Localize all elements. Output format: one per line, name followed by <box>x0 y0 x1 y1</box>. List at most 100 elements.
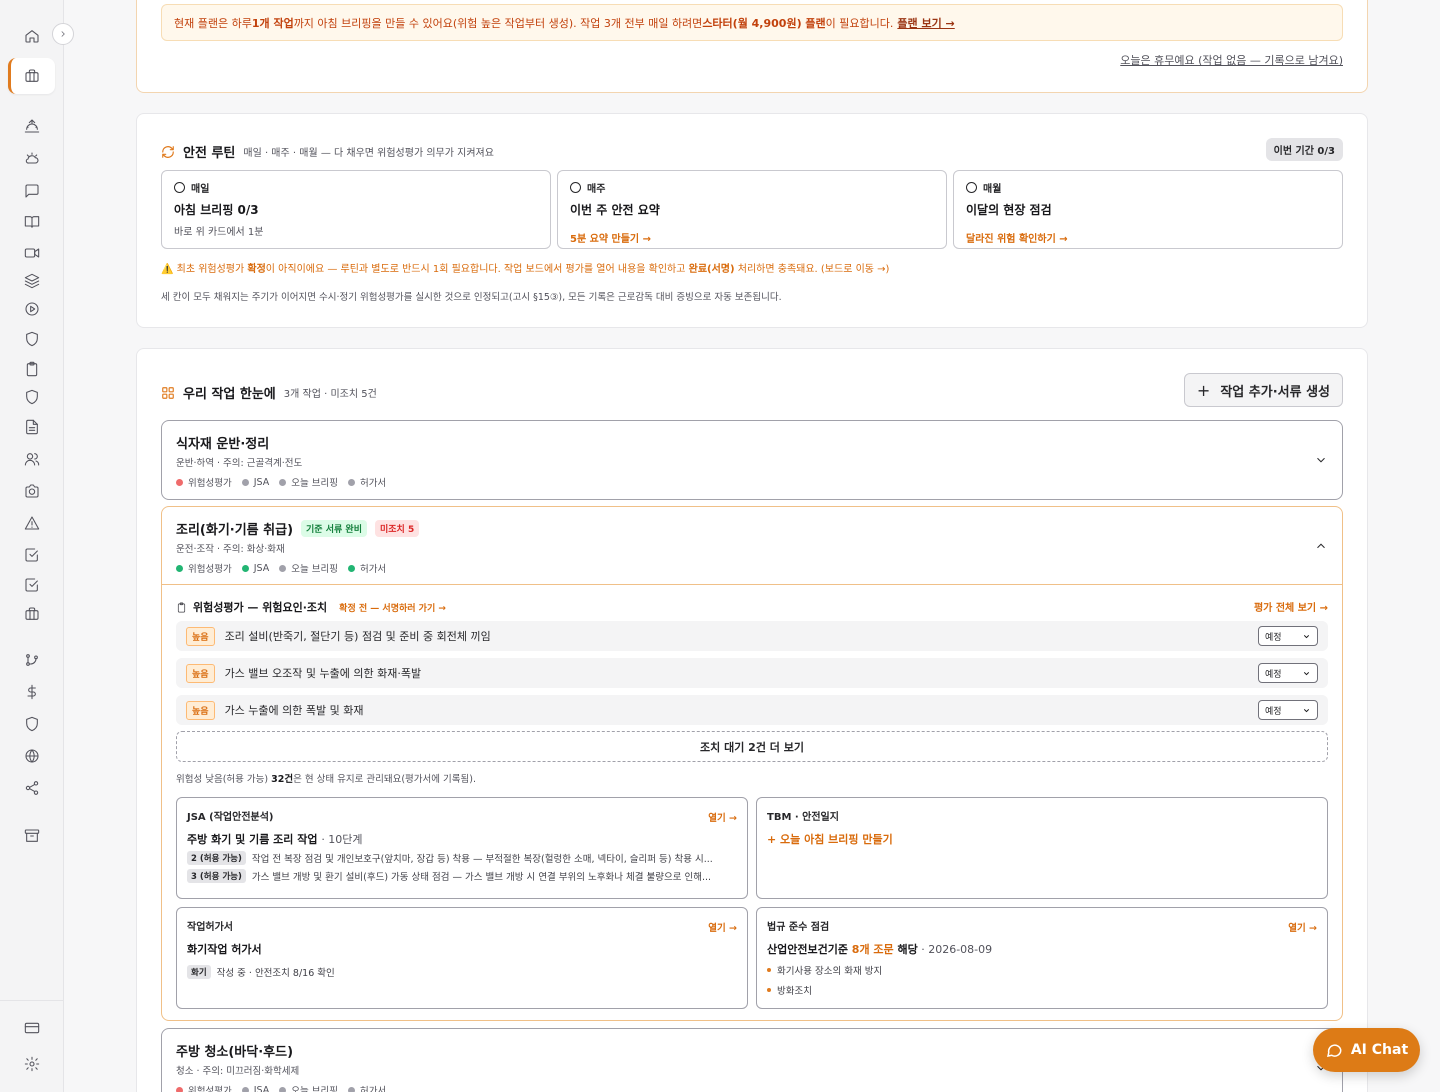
radio-icon[interactable] <box>966 182 977 193</box>
radio-icon[interactable] <box>570 182 581 193</box>
monthly-check-link[interactable]: 달라진 위험 확인하기 → <box>966 230 1330 245</box>
share-icon[interactable] <box>22 778 42 798</box>
law-item-text: 화기사용 장소의 화재 방지 <box>777 966 883 977</box>
git-branch-icon[interactable] <box>22 650 42 670</box>
create-briefing-link[interactable]: + 오늘 아침 브리핑 만들기 <box>767 831 1317 847</box>
sunrise-icon[interactable] <box>22 116 42 136</box>
doc-label: 오늘 브리핑 <box>291 478 338 489</box>
sidebar-divider <box>0 1000 63 1001</box>
permit-open-link[interactable]: 열기 → <box>708 920 737 934</box>
job-doc-status: 위험성평가 JSA 오늘 브리핑 허가서 <box>176 561 386 575</box>
doc-risk-assessment: 위험성평가 <box>176 561 232 575</box>
weather-icon[interactable] <box>22 149 42 169</box>
settings-icon[interactable] <box>22 1054 42 1074</box>
add-job-button[interactable]: + 작업 추가·서류 생성 <box>1183 373 1343 407</box>
job-doc-status: 위험성평가 JSA 오늘 브리핑 허가서 <box>176 475 386 489</box>
status-select[interactable]: 예정 <box>1258 663 1318 683</box>
jobs-overview-card: 우리 작업 한눈에 3개 작업 · 미조치 5건 + 작업 추가·서류 생성 식… <box>136 348 1368 1092</box>
job-doc-status: 위험성평가 JSA 오늘 브리핑 허가서 <box>176 1083 386 1092</box>
notice-text: 현재 플랜은 하루 <box>174 16 252 30</box>
job-row[interactable]: 주방 청소(바닥·후드) 청소 · 주의: 미끄러짐·화학세제 위험성평가 JS… <box>161 1028 1343 1092</box>
chevron-up-icon[interactable] <box>1314 539 1328 553</box>
job-row-expanded: 조리(화기·기름 취급) 기준 서류 완비 미조치 5 운전·조작 · 주의: … <box>161 506 1343 1021</box>
chevron-down-icon <box>1303 708 1310 712</box>
refresh-icon <box>162 145 174 158</box>
step-badge: 2 (허용 가능) <box>187 851 246 865</box>
law-item: 방화조치 <box>767 983 1317 997</box>
risk-level-badge: 높음 <box>186 700 215 720</box>
sidebar-collapse-button[interactable] <box>52 23 74 45</box>
confirm-sign-link[interactable]: 확정 전 — 서명하러 가기 → <box>339 601 446 614</box>
note-text: 은 현 상태 유지로 관리돼요(평가서에 기록됨). <box>293 774 476 785</box>
assessment-title: 위험성평가 — 위험요인·조치 <box>193 601 328 614</box>
doc-briefing: 오늘 브리핑 <box>279 1083 338 1092</box>
status-select[interactable]: 예정 <box>1258 626 1318 646</box>
jsa-step-line: 2 (허용 가능) 작업 전 복장 점검 및 개인보호구(앞치마, 장갑 등) 착… <box>187 851 737 865</box>
law-item-text: 방화조치 <box>777 986 812 997</box>
toolbox-icon[interactable] <box>22 604 42 624</box>
step-text: 가스 밸브 개방 및 환기 설비(후드) 가동 상태 점검 — 가스 밸브 개방… <box>251 872 712 883</box>
permit-label: 작업허가서 <box>187 922 233 933</box>
plan-notice: 현재 플랜은 하루 1개 작업 까지 아침 브리핑을 만들 수 있어요(위험 높은… <box>161 4 1343 41</box>
day-off-link[interactable]: 오늘은 휴무예요 (작업 없음 — 기록으로 남겨요) <box>1120 52 1343 68</box>
jobs-title: 우리 작업 한눈에 <box>183 387 276 402</box>
sidebar <box>0 0 64 1092</box>
status-dot <box>279 564 287 572</box>
show-more-button[interactable]: 조치 대기 2건 더 보기 <box>176 731 1328 762</box>
home-icon[interactable] <box>22 26 42 46</box>
play-circle-icon[interactable] <box>22 299 42 319</box>
job-title: 조리(화기·기름 취급) <box>176 523 294 538</box>
video-icon[interactable] <box>22 243 42 263</box>
checkbox-icon[interactable] <box>22 545 42 565</box>
ai-chat-button[interactable]: AI Chat <box>1313 1028 1420 1072</box>
notice-text: 이 필요합니다. <box>825 16 894 30</box>
archive-icon[interactable] <box>22 826 42 846</box>
credit-card-icon[interactable] <box>22 1018 42 1038</box>
job-title: 주방 청소(바닥·후드) <box>176 1045 294 1060</box>
tbm-card: TBM · 안전일지 + 오늘 아침 브리핑 만들기 <box>756 797 1328 899</box>
law-item: 화기사용 장소의 화재 방지 <box>767 963 1317 977</box>
doc-permit: 허가서 <box>347 475 386 489</box>
shield-outline-icon[interactable] <box>22 714 42 734</box>
globe-icon[interactable] <box>22 746 42 766</box>
job-row[interactable]: 식자재 운반·정리 운반·하역 · 주의: 근골격계·전도 위험성평가 JSA … <box>161 420 1343 500</box>
document-icon[interactable] <box>22 417 42 437</box>
warning-bold: 확정 <box>247 264 266 275</box>
law-label: 법규 준수 점검 <box>767 922 830 933</box>
dollar-icon[interactable] <box>22 682 42 702</box>
checkbox-alt-icon[interactable] <box>22 575 42 595</box>
status-dot <box>241 478 249 486</box>
routine-monthly[interactable]: 매월 이달의 현장 점검 달라진 위험 확인하기 → <box>953 170 1343 249</box>
job-meta: 청소 · 주의: 미끄러짐·화학세제 <box>176 1066 300 1077</box>
view-all-assessment-link[interactable]: 평가 전체 보기 → <box>1254 599 1328 614</box>
routine-daily[interactable]: 매일 아침 브리핑 0/3 바로 위 카드에서 1분 <box>161 170 551 249</box>
users-icon[interactable] <box>22 449 42 469</box>
hazard-row: 높음 가스 누출에 의한 폭발 및 화재 예정 <box>176 695 1328 725</box>
layers-icon[interactable] <box>22 271 42 291</box>
status-dot <box>176 1086 183 1092</box>
law-open-link[interactable]: 열기 → <box>1288 920 1317 934</box>
jsa-open-link[interactable]: 열기 → <box>708 810 737 824</box>
radio-icon[interactable] <box>174 182 185 193</box>
briefcase-icon[interactable] <box>22 66 42 86</box>
clipboard-icon[interactable] <box>22 359 42 379</box>
law-text: 해당 <box>893 943 918 956</box>
view-plan-link[interactable]: 플랜 보기 → <box>897 15 954 31</box>
chevron-down-icon[interactable] <box>1314 453 1328 467</box>
shield-icon[interactable] <box>22 329 42 349</box>
risk-level-badge: 높음 <box>186 626 215 646</box>
message-icon[interactable] <box>22 181 42 201</box>
initial-assessment-warning[interactable]: ⚠️ 최초 위험성평가 확정이 아직이에요 — 루틴과 별도로 반드시 1회 필… <box>161 260 889 275</box>
book-icon[interactable] <box>22 212 42 232</box>
hazard-row: 높음 가스 밸브 오조작 및 누출에 의한 화재·폭발 예정 <box>176 658 1328 688</box>
routine-weekly[interactable]: 매주 이번 주 안전 요약 5분 요약 만들기 → <box>557 170 947 249</box>
status-select[interactable]: 예정 <box>1258 700 1318 720</box>
status-dot <box>176 564 183 572</box>
shield-alt-icon[interactable] <box>22 387 42 407</box>
law-summary: 산업안전보건기준 8개 조문 해당 · 2026-08-09 <box>767 941 1317 957</box>
permit-status-line: 화기 작성 중 · 안전조치 8/16 확인 <box>187 965 737 979</box>
warning-bold: 완료(서명) <box>688 264 735 275</box>
warning-icon[interactable] <box>22 513 42 533</box>
weekly-summary-link[interactable]: 5분 요약 만들기 → <box>570 230 934 245</box>
camera-icon[interactable] <box>22 481 42 501</box>
